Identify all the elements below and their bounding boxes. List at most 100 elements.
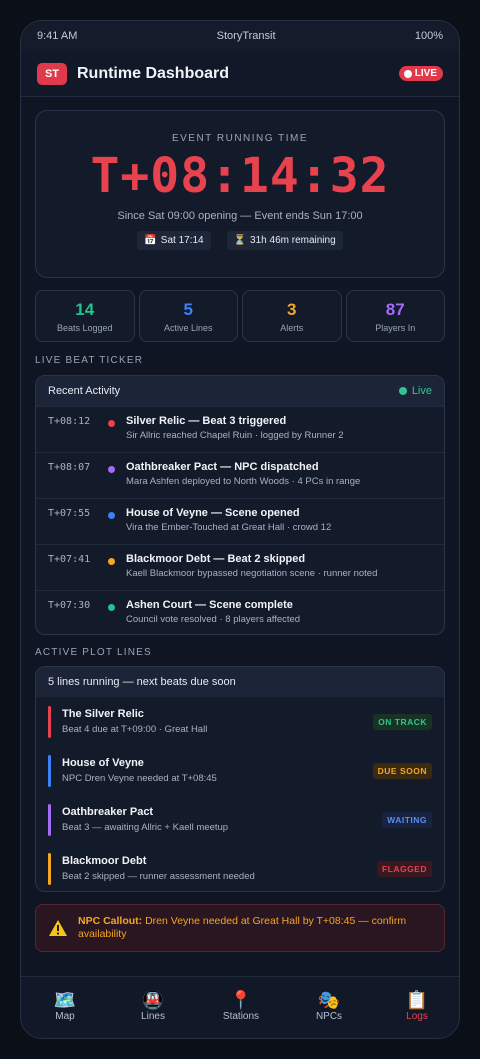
plot-status-badge: ON TRACK bbox=[373, 713, 432, 730]
plot-line-color-bar bbox=[48, 803, 51, 836]
ticker-title: Ashen Court — Scene complete bbox=[126, 599, 293, 611]
live-dot-icon bbox=[403, 69, 412, 78]
section-title-ticker: LIVE BEAT TICKER bbox=[35, 355, 144, 366]
timer-since: Since Sat 09:00 opening — Event ends Sun… bbox=[117, 210, 363, 222]
ticker-title: House of Veyne — Scene opened bbox=[126, 507, 300, 519]
plot-line-detail: NPC Dren Veyne needed at T+08:45 bbox=[62, 773, 217, 784]
tab-stations[interactable]: 📍 Stations bbox=[197, 977, 285, 1038]
live-dot-icon bbox=[398, 387, 407, 395]
plot-status-badge: WAITING bbox=[382, 811, 432, 828]
timer-label: EVENT RUNNING TIME bbox=[171, 133, 309, 144]
clipboard-icon: 📋 bbox=[405, 990, 429, 1010]
tab-map[interactable]: 🗺️ Map bbox=[21, 977, 109, 1038]
tab-label: Stations bbox=[222, 1011, 260, 1022]
ticker-title: Silver Relic — Beat 3 triggered bbox=[126, 415, 287, 427]
stat-label: Players In bbox=[375, 323, 416, 333]
remaining-chip: ⏳ 31h 46m remaining bbox=[226, 231, 343, 250]
page-title: Runtime Dashboard bbox=[77, 64, 230, 82]
plot-line-title: Oathbreaker Pact bbox=[62, 806, 154, 818]
status-battery: 100% bbox=[414, 30, 443, 42]
live-badge: LIVE bbox=[398, 66, 443, 81]
tab-label: Logs bbox=[406, 1011, 428, 1022]
date-chip: 📅 Sat 17:14 bbox=[137, 231, 211, 250]
callout-message: NPC Callout: Dren Veyne needed at Great … bbox=[78, 915, 432, 941]
ticker-time: T+08:12 bbox=[48, 416, 91, 427]
ticker-dot-icon bbox=[108, 512, 115, 519]
stat-label: Beats Logged bbox=[56, 323, 113, 333]
ticker-row[interactable]: T+07:30 Ashen Court — Scene complete Cou… bbox=[36, 590, 444, 634]
date-chip-label: Sat 17:14 bbox=[160, 235, 204, 246]
plot-line-detail: Beat 3 — awaiting Allric + Kaell meetup bbox=[62, 822, 229, 833]
ticker-detail: Sir Allric reached Chapel Ruin · logged … bbox=[126, 430, 344, 441]
plot-line-row[interactable]: The Silver Relic Beat 4 due at T+09:00 ·… bbox=[36, 697, 444, 746]
npc-callout-alert[interactable]: NPC Callout: Dren Veyne needed at Great … bbox=[35, 904, 445, 952]
plot-line-color-bar bbox=[48, 754, 51, 787]
plot-line-detail: Beat 4 due at T+09:00 · Great Hall bbox=[62, 724, 208, 735]
remaining-chip-label: 31h 46m remaining bbox=[250, 235, 336, 246]
app-logo: ST bbox=[37, 62, 67, 85]
tab-lines[interactable]: 🚇 Lines bbox=[109, 977, 197, 1038]
plot-line-title: Blackmoor Debt bbox=[62, 855, 147, 867]
plot-line-color-bar bbox=[48, 852, 51, 885]
plot-lines-card: 5 lines running — next beats due soon Th… bbox=[35, 666, 445, 892]
ticker-dot-icon bbox=[108, 604, 115, 611]
tab-label: Lines bbox=[141, 1011, 165, 1022]
stat-label: Active Lines bbox=[163, 323, 213, 333]
pin-icon: 📍 bbox=[229, 990, 253, 1010]
ticker-row[interactable]: T+07:55 House of Veyne — Scene opened Vi… bbox=[36, 498, 444, 544]
bottom-tab-bar: 🗺️ Map 🚇 Lines 📍 Stations 🎭 NPCs 📋 Logs bbox=[21, 976, 459, 1038]
ticker-title: Oathbreaker Pact — NPC dispatched bbox=[126, 461, 319, 473]
ticker-dot-icon bbox=[108, 558, 115, 565]
mask-icon: 🎭 bbox=[317, 990, 341, 1010]
status-app-name: StoryTransit bbox=[216, 30, 276, 42]
app-header: ST Runtime Dashboard LIVE bbox=[21, 51, 459, 97]
ticker-time: T+07:55 bbox=[48, 508, 91, 519]
ticker-title: Blackmoor Debt — Beat 2 skipped bbox=[126, 553, 306, 565]
stat-value: 5 bbox=[183, 300, 193, 319]
plot-line-row[interactable]: Blackmoor Debt Beat 2 skipped — runner a… bbox=[36, 844, 444, 891]
status-bar: 9:41 AM StoryTransit 100% bbox=[21, 21, 459, 51]
stats-row: 14 Beats Logged 5 Active Lines 3 Alerts … bbox=[35, 290, 445, 342]
plot-line-title: The Silver Relic bbox=[62, 708, 144, 720]
ticker-detail: Council vote resolved · 8 players affect… bbox=[126, 614, 301, 625]
section-title-plot-lines: ACTIVE PLOT LINES bbox=[35, 647, 152, 658]
timer-value: T+08:14:32 bbox=[90, 148, 390, 204]
tab-logs[interactable]: 📋 Logs bbox=[373, 977, 459, 1038]
tab-npcs[interactable]: 🎭 NPCs bbox=[285, 977, 373, 1038]
ticker-time: T+08:07 bbox=[48, 462, 91, 473]
stat-beats-logged[interactable]: 14 Beats Logged bbox=[35, 290, 135, 342]
plot-status-badge: DUE SOON bbox=[372, 762, 432, 779]
ticker-time: T+07:30 bbox=[48, 600, 91, 611]
stat-alerts[interactable]: 3 Alerts bbox=[242, 290, 342, 342]
ticker-detail: Kaell Blackmoor bypassed negotiation sce… bbox=[126, 568, 378, 579]
ticker-detail: Vira the Ember-Touched at Great Hall · c… bbox=[126, 522, 332, 533]
ticker-dot-icon bbox=[108, 466, 115, 473]
live-badge-label: LIVE bbox=[414, 68, 437, 79]
event-timer-card: EVENT RUNNING TIME T+08:14:32 Since Sat … bbox=[35, 110, 445, 278]
stat-value: 87 bbox=[385, 300, 405, 319]
ticker-dot-icon bbox=[108, 420, 115, 427]
ticker-live-indicator: Live bbox=[398, 385, 432, 397]
ticker-row[interactable]: T+08:07 Oathbreaker Pact — NPC dispatche… bbox=[36, 452, 444, 498]
ticker-row[interactable]: T+08:12 Silver Relic — Beat 3 triggered … bbox=[36, 406, 444, 452]
status-time: 9:41 AM bbox=[37, 30, 78, 42]
phone-frame: 9:41 AM StoryTransit 100% ST Runtime Das… bbox=[20, 20, 460, 1039]
warning-icon bbox=[49, 920, 67, 936]
calendar-icon: 📅 bbox=[144, 235, 157, 246]
stat-label: Alerts bbox=[280, 323, 304, 333]
stat-players-in[interactable]: 87 Players In bbox=[345, 290, 445, 342]
ticker-row[interactable]: T+07:41 Blackmoor Debt — Beat 2 skipped … bbox=[36, 544, 444, 590]
tab-label: NPCs bbox=[315, 1011, 343, 1022]
plot-line-title: House of Veyne bbox=[62, 757, 144, 769]
ticker-time: T+07:41 bbox=[48, 554, 91, 565]
plot-lines-header: 5 lines running — next beats due soon bbox=[36, 667, 444, 697]
beat-ticker: Recent Activity Live T+08:12 Silver Reli… bbox=[35, 375, 445, 635]
stat-active-lines[interactable]: 5 Active Lines bbox=[138, 290, 238, 342]
plot-status-badge: FLAGGED bbox=[376, 860, 432, 877]
ticker-detail: Mara Ashfen deployed to North Woods · 4 … bbox=[126, 476, 361, 487]
plot-line-row[interactable]: Oathbreaker Pact Beat 3 — awaiting Allri… bbox=[36, 795, 444, 844]
hourglass-icon: ⏳ bbox=[233, 235, 247, 246]
plot-line-row[interactable]: House of Veyne NPC Dren Veyne needed at … bbox=[36, 746, 444, 795]
train-icon: 🚇 bbox=[141, 990, 165, 1010]
callout-lead: NPC Callout: bbox=[78, 915, 143, 927]
